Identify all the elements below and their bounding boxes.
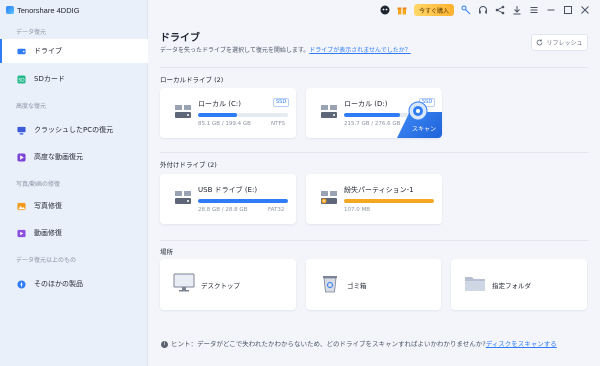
location-recycle-bin[interactable]: ゴミ箱	[306, 259, 441, 310]
sidebar-item-label: SDカード	[34, 75, 65, 83]
sidebar-item-label: 高度な動画復元	[34, 153, 83, 161]
sidebar-item-label: 動画修復	[34, 229, 62, 237]
usb-drive-icon	[175, 191, 191, 204]
app-name: Tenorshare 4DDIG	[17, 5, 80, 15]
divider	[160, 152, 588, 153]
usage-bar	[198, 113, 288, 117]
drive-name: ローカル (D:)	[344, 100, 388, 108]
drive-size: 28.8 GB / 28.8 GB	[198, 207, 248, 213]
hard-drive-icon	[175, 105, 191, 118]
ssd-badge: SSD	[273, 98, 290, 107]
usage-bar	[344, 199, 434, 203]
sidebar-section-more: データ復元以上のもの	[16, 257, 77, 264]
sidebar: Tenorshare 4DDIG データ復元 ドライブ SD SDカード 高度な…	[0, 0, 148, 366]
video-repair-icon	[17, 229, 26, 237]
sidebar-section-data-recovery: データ復元	[16, 29, 47, 36]
drive-name: 紛失パーティション-1	[344, 186, 414, 194]
sidebar-item-video-repair[interactable]: 動画修復	[0, 221, 148, 245]
compass-icon	[17, 279, 26, 289]
app-logo: Tenorshare 4DDIG	[6, 4, 80, 16]
location-name: ゴミ箱	[347, 282, 367, 290]
usage-bar	[198, 199, 288, 203]
hard-drive-icon	[321, 105, 337, 118]
location-desktop[interactable]: デスクトップ	[160, 259, 296, 310]
scan-label: スキャン	[411, 126, 436, 133]
usage-bar-fill	[198, 199, 288, 203]
sidebar-item-drive[interactable]: ドライブ	[0, 39, 148, 63]
drive-card-d[interactable]: ローカル (D:) SSD 215.7 GB / 276.6 GB スキャン	[306, 88, 442, 138]
locations-heading: 場所	[160, 248, 173, 256]
sidebar-item-label: 写真修復	[34, 202, 62, 210]
info-icon: i	[161, 340, 168, 348]
sidebar-item-label: ドライブ	[34, 47, 62, 55]
usage-bar	[344, 113, 416, 117]
lost-partition-icon	[321, 191, 337, 204]
desktop-icon	[173, 273, 195, 292]
main-panel: ドライブ データを失ったドライブを選択して復元を開始します。ドライブが表示されま…	[149, 0, 600, 366]
usage-bar-fill	[344, 199, 434, 203]
sidebar-item-other-products[interactable]: そのほかの製品	[0, 272, 148, 296]
crashed-pc-icon	[17, 126, 26, 135]
drive-card-lost-partition[interactable]: 紛失パーティション-1 107.0 MB	[306, 174, 442, 224]
sidebar-section-advanced: 高度な復元	[16, 103, 47, 110]
local-drives-heading: ローカルドライブ (2)	[160, 76, 224, 84]
usage-bar-fill	[344, 113, 401, 117]
sd-card-icon: SD	[17, 74, 26, 84]
subtitle-text: データを失ったドライブを選択して復元を開始します。	[160, 47, 310, 54]
hint-bar: i ヒント：データがどこで失われたかわからないため、どのドライブをスキャンすればよ…	[161, 340, 591, 349]
usage-bar-fill	[198, 113, 237, 117]
drive-icon	[17, 48, 26, 54]
drive-filesystem: NTFS	[271, 121, 286, 127]
drive-name: ローカル (C:)	[198, 100, 241, 108]
scan-disk-link[interactable]: ディスクをスキャンする	[486, 340, 557, 348]
drive-size: 85.1 GB / 199.4 GB	[198, 121, 251, 127]
sidebar-section-repair: 写真/動画の修復	[16, 181, 61, 188]
scan-radar-icon	[408, 101, 428, 121]
divider	[160, 240, 588, 241]
drive-not-shown-link[interactable]: ドライブが表示されませんでしたか？	[309, 47, 411, 54]
location-name: 指定フォルダ	[492, 282, 531, 290]
sidebar-item-label: そのほかの製品	[34, 280, 83, 288]
hint-text: ヒント：データがどこで失われたかわからないため、どのドライブをスキャンすればよい…	[171, 340, 486, 348]
drive-card-usb-e[interactable]: USB ドライブ (E:) 28.8 GB / 28.8 GB FAT32	[160, 174, 296, 224]
logo-icon	[6, 6, 14, 14]
refresh-label: リフレッシュ	[546, 40, 583, 47]
drive-card-c[interactable]: ローカル (C:) SSD 85.1 GB / 199.4 GB NTFS	[160, 88, 296, 138]
external-drives-heading: 外付けドライブ (2)	[160, 161, 217, 169]
drive-size: 107.0 MB	[344, 207, 371, 213]
sidebar-item-label: クラッシュしたPCの復元	[34, 126, 114, 134]
photo-repair-icon	[17, 202, 26, 210]
sidebar-item-sd-card[interactable]: SD SDカード	[0, 67, 148, 91]
refresh-button[interactable]: リフレッシュ	[531, 34, 588, 51]
video-recovery-icon	[17, 152, 26, 162]
sidebar-item-advanced-video[interactable]: 高度な動画復元	[0, 145, 148, 169]
folder-icon	[465, 277, 485, 291]
drive-filesystem: FAT32	[268, 207, 285, 213]
sidebar-item-crashed-pc[interactable]: クラッシュしたPCの復元	[0, 118, 148, 142]
recycle-bin-icon	[323, 276, 337, 293]
page-subtitle: データを失ったドライブを選択して復元を開始します。ドライブが表示されませんでした…	[160, 45, 411, 54]
sidebar-item-photo-repair[interactable]: 写真修復	[0, 194, 148, 218]
drive-size: 215.7 GB / 276.6 GB	[344, 121, 401, 127]
location-specific-folder[interactable]: 指定フォルダ	[451, 259, 587, 310]
page-title: ドライブ	[160, 33, 200, 44]
location-name: デスクトップ	[201, 282, 240, 290]
refresh-icon	[537, 39, 543, 46]
drive-name: USB ドライブ (E:)	[198, 186, 258, 194]
divider	[160, 67, 588, 68]
svg-text:SD: SD	[18, 77, 25, 83]
